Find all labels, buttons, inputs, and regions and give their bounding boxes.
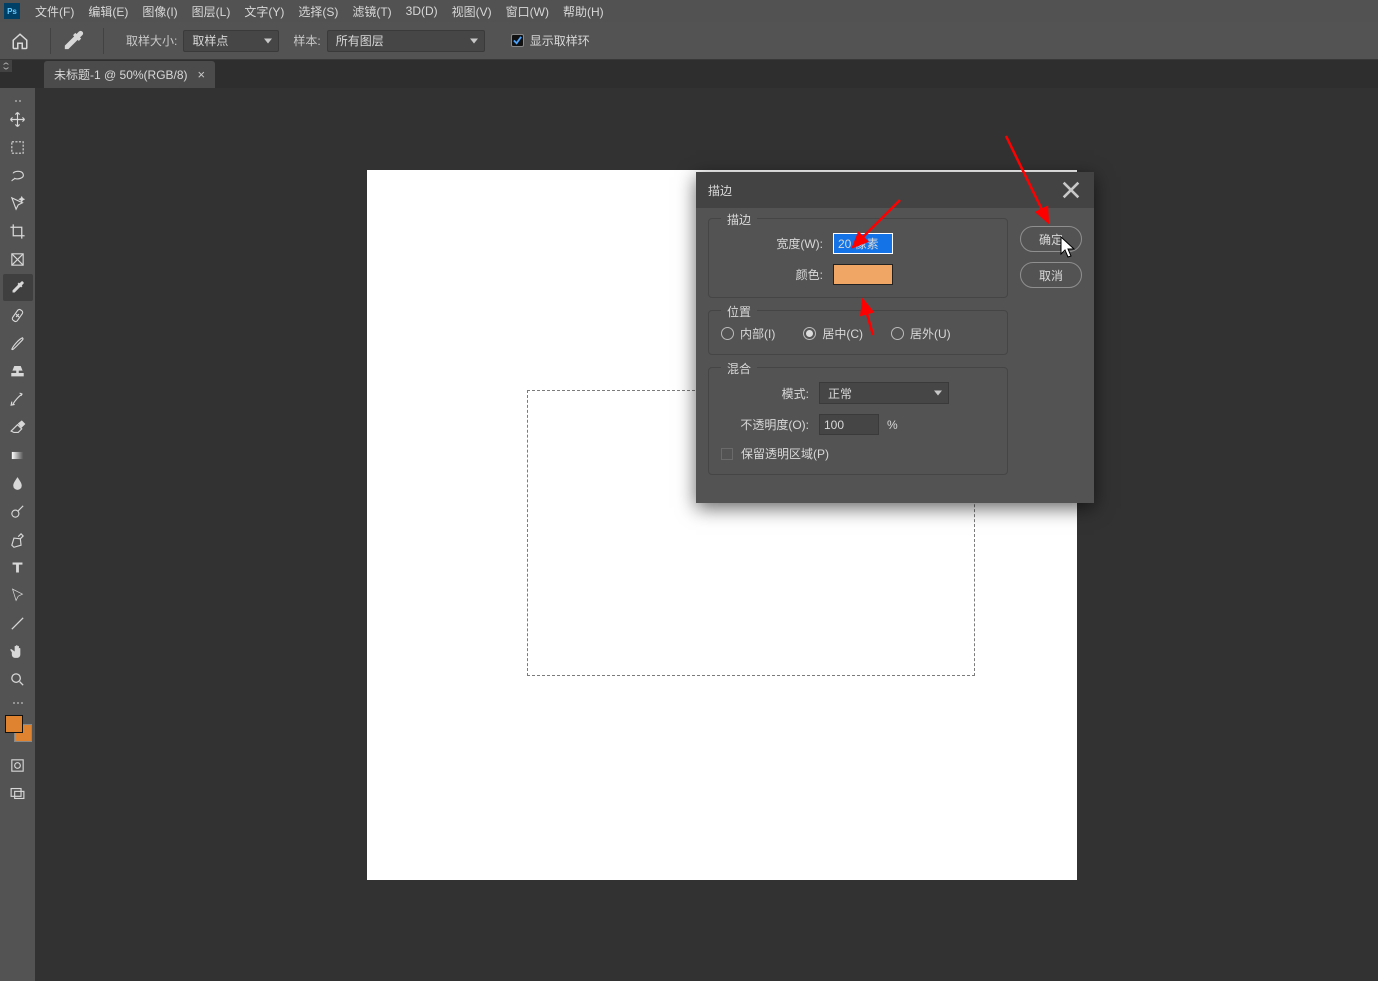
menu-view[interactable]: 视图(V) bbox=[445, 3, 499, 20]
toolbar-grip-icon[interactable] bbox=[15, 96, 21, 106]
stroke-color-swatch[interactable] bbox=[833, 264, 893, 285]
marquee-tool-icon[interactable] bbox=[3, 134, 33, 161]
quickmask-tool-icon[interactable] bbox=[3, 752, 33, 779]
opacity-input[interactable]: 100 bbox=[819, 414, 879, 435]
sample-size-dropdown[interactable]: 取样点 bbox=[183, 30, 279, 52]
sample-dropdown[interactable]: 所有图层 bbox=[327, 30, 485, 52]
brush-tool-icon[interactable] bbox=[3, 330, 33, 357]
color-swatches[interactable] bbox=[4, 714, 32, 742]
healing-brush-tool-icon[interactable] bbox=[3, 302, 33, 329]
sample-size-label: 取样大小: bbox=[126, 32, 177, 49]
stroke-dialog: 描边 描边 宽度(W): 20 像素 颜色: 位置 内部(I) bbox=[696, 172, 1094, 503]
checkbox-icon bbox=[511, 34, 524, 47]
screenmode-tool-icon[interactable] bbox=[3, 780, 33, 807]
tool-bar bbox=[0, 88, 35, 981]
hand-tool-icon[interactable] bbox=[3, 638, 33, 665]
dialog-titlebar[interactable]: 描边 bbox=[696, 172, 1094, 208]
move-tool-icon[interactable] bbox=[3, 106, 33, 133]
menu-layer[interactable]: 图层(L) bbox=[185, 3, 238, 20]
tool-preset-eyedropper-icon[interactable] bbox=[59, 28, 87, 54]
menu-image[interactable]: 图像(I) bbox=[135, 3, 184, 20]
menu-3d[interactable]: 3D(D) bbox=[399, 4, 445, 18]
stroke-group-legend: 描边 bbox=[721, 211, 757, 228]
divider bbox=[50, 28, 51, 54]
blend-group-legend: 混合 bbox=[721, 360, 757, 377]
document-tab-label: 未标题-1 @ 50%(RGB/8) bbox=[54, 66, 188, 83]
menu-select[interactable]: 选择(S) bbox=[291, 3, 345, 20]
position-inside-radio[interactable]: 内部(I) bbox=[721, 325, 775, 342]
ok-button[interactable]: 确定 bbox=[1020, 226, 1082, 252]
menu-file[interactable]: 文件(F) bbox=[28, 3, 81, 20]
menu-bar: Ps 文件(F) 编辑(E) 图像(I) 图层(L) 文字(Y) 选择(S) 滤… bbox=[0, 0, 1378, 22]
tab-close-icon[interactable]: × bbox=[198, 67, 206, 82]
lasso-tool-icon[interactable] bbox=[3, 162, 33, 189]
dodge-tool-icon[interactable] bbox=[3, 498, 33, 525]
clone-stamp-tool-icon[interactable] bbox=[3, 358, 33, 385]
blend-group: 混合 模式: 正常 不透明度(O): 100 % 保留透明区域(P) bbox=[708, 367, 1008, 475]
options-bar: 取样大小: 取样点 样本: 所有图层 显示取样环 bbox=[0, 22, 1378, 60]
eyedropper-tool-icon[interactable] bbox=[3, 274, 33, 301]
width-input[interactable]: 20 像素 bbox=[833, 233, 893, 254]
position-center-radio[interactable]: 居中(C) bbox=[803, 325, 863, 342]
opacity-label: 不透明度(O): bbox=[721, 416, 809, 433]
width-label: 宽度(W): bbox=[721, 235, 823, 252]
position-outside-radio[interactable]: 居外(U) bbox=[891, 325, 951, 342]
quick-select-tool-icon[interactable] bbox=[3, 190, 33, 217]
preserve-transparency-checkbox bbox=[721, 448, 733, 460]
color-label: 颜色: bbox=[721, 266, 823, 283]
path-select-tool-icon[interactable] bbox=[3, 582, 33, 609]
cancel-button[interactable]: 取消 bbox=[1020, 262, 1082, 288]
position-group: 位置 内部(I) 居中(C) 居外(U) bbox=[708, 310, 1008, 355]
panel-collapse-icon[interactable] bbox=[0, 60, 12, 72]
sample-label: 样本: bbox=[293, 32, 320, 49]
blur-tool-icon[interactable] bbox=[3, 470, 33, 497]
home-icon[interactable] bbox=[6, 28, 34, 54]
gradient-tool-icon[interactable] bbox=[3, 442, 33, 469]
menu-filter[interactable]: 滤镜(T) bbox=[345, 3, 398, 20]
eraser-tool-icon[interactable] bbox=[3, 414, 33, 441]
opacity-suffix: % bbox=[887, 418, 898, 432]
stroke-group: 描边 宽度(W): 20 像素 颜色: bbox=[708, 218, 1008, 298]
pen-tool-icon[interactable] bbox=[3, 526, 33, 553]
menu-window[interactable]: 窗口(W) bbox=[499, 3, 556, 20]
show-sampling-ring-label: 显示取样环 bbox=[530, 32, 590, 49]
menu-help[interactable]: 帮助(H) bbox=[556, 3, 611, 20]
toolbar-more-icon[interactable] bbox=[13, 698, 23, 708]
type-tool-icon[interactable] bbox=[3, 554, 33, 581]
foreground-color-swatch[interactable] bbox=[5, 715, 23, 733]
crop-tool-icon[interactable] bbox=[3, 218, 33, 245]
menu-edit[interactable]: 编辑(E) bbox=[81, 3, 135, 20]
preserve-transparency-label: 保留透明区域(P) bbox=[741, 445, 829, 462]
document-tab-bar: 未标题-1 @ 50%(RGB/8) × bbox=[0, 60, 1378, 88]
divider bbox=[103, 28, 104, 54]
line-tool-icon[interactable] bbox=[3, 610, 33, 637]
app-icon: Ps bbox=[4, 3, 20, 19]
position-group-legend: 位置 bbox=[721, 303, 757, 320]
dialog-title: 描边 bbox=[708, 182, 732, 199]
show-sampling-ring-checkbox[interactable]: 显示取样环 bbox=[511, 32, 590, 49]
blend-mode-select[interactable]: 正常 bbox=[819, 382, 949, 404]
dialog-close-icon[interactable] bbox=[1060, 179, 1082, 201]
mode-label: 模式: bbox=[721, 385, 809, 402]
menu-type[interactable]: 文字(Y) bbox=[237, 3, 291, 20]
frame-tool-icon[interactable] bbox=[3, 246, 33, 273]
document-tab[interactable]: 未标题-1 @ 50%(RGB/8) × bbox=[44, 61, 215, 88]
history-brush-tool-icon[interactable] bbox=[3, 386, 33, 413]
zoom-tool-icon[interactable] bbox=[3, 666, 33, 693]
